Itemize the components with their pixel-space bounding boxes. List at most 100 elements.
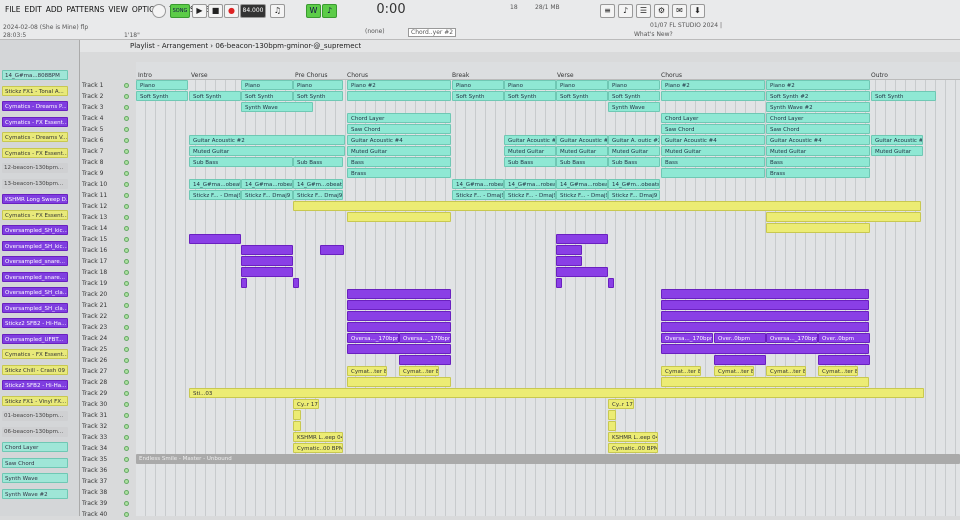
picker-item[interactable]: Cymatics - Dreams V... <box>2 132 68 142</box>
picker-item[interactable]: 14_G#ma...808BPM <box>2 70 68 80</box>
picker-item[interactable]: 12-beacon-130bpm... <box>2 163 68 173</box>
track-mute-led[interactable] <box>124 292 129 297</box>
clip[interactable]: Piano <box>504 80 556 90</box>
track-mute-led[interactable] <box>124 215 129 220</box>
pattern-none[interactable]: (none) <box>365 28 385 35</box>
clip[interactable]: Cymat...ter 8 <box>347 366 387 376</box>
track-mute-led[interactable] <box>124 160 129 165</box>
clip[interactable]: Sub Bass <box>504 157 556 167</box>
track-mute-led[interactable] <box>124 479 129 484</box>
track-header[interactable]: Track 31 <box>80 410 136 421</box>
clip[interactable]: KSHMR L..eep 04 <box>293 432 343 442</box>
picker-item[interactable]: Oversampled_SH_kic... <box>2 225 68 235</box>
clip[interactable]: Stickz F... - Dmaj9 <box>452 190 504 200</box>
track-header[interactable]: Track 34 <box>80 443 136 454</box>
stop-button[interactable]: ■ <box>208 4 223 18</box>
clip[interactable] <box>293 278 299 288</box>
clip[interactable]: Muted Guitar <box>556 146 608 156</box>
clip[interactable]: Oversa..._170bpm <box>399 333 451 343</box>
picker-item[interactable]: Oversampled_SH_cla... <box>2 302 68 313</box>
clip[interactable]: Sti...03 <box>189 388 924 398</box>
track-header[interactable]: Track 37 <box>80 476 136 487</box>
clip[interactable]: Stickz F... - Dmaj9 <box>504 190 556 200</box>
track-header[interactable]: Track 25 <box>80 344 136 355</box>
clip[interactable] <box>556 234 608 244</box>
news-line2[interactable]: What's New? <box>634 31 673 38</box>
marker[interactable]: Intro <box>138 72 152 79</box>
clip[interactable] <box>293 410 301 420</box>
track-header[interactable]: Track 18 <box>80 267 136 278</box>
track-mute-led[interactable] <box>124 204 129 209</box>
track-mute-led[interactable] <box>124 413 129 418</box>
clip[interactable]: Bass <box>347 157 451 167</box>
track-mute-led[interactable] <box>124 424 129 429</box>
track-mute-led[interactable] <box>124 281 129 286</box>
marker[interactable]: Outro <box>871 72 888 79</box>
clip[interactable]: Piano #2 <box>347 80 451 90</box>
clip[interactable]: Piano <box>241 80 293 90</box>
marker[interactable]: Verse <box>191 72 208 79</box>
clip[interactable]: Synth Wave <box>608 102 660 112</box>
track-header[interactable]: Track 6 <box>80 135 136 146</box>
picker-item[interactable]: Cymatics - FX Essent... <box>2 209 68 220</box>
clip[interactable]: 14_G#ma...obeats <box>189 179 241 189</box>
track-header[interactable]: Track 15 <box>80 234 136 245</box>
clip[interactable]: Soft Synth #2 <box>766 91 870 101</box>
track-mute-led[interactable] <box>124 336 129 341</box>
clip[interactable] <box>661 311 869 321</box>
browser-icon[interactable]: ☰ <box>636 4 651 18</box>
clip[interactable] <box>399 355 451 365</box>
menu-item[interactable]: EDIT <box>22 5 43 14</box>
picker-item[interactable]: Saw Chord <box>2 457 68 468</box>
clip[interactable] <box>608 278 614 288</box>
track-mute-led[interactable] <box>124 303 129 308</box>
clip[interactable] <box>714 355 766 365</box>
track-header[interactable]: Track 4 <box>80 113 136 124</box>
timeline-ruler[interactable]: Intro Verse Pre Chorus Chorus Break Verse Chor… <box>136 62 960 80</box>
clip[interactable] <box>241 278 247 288</box>
clip[interactable] <box>189 234 241 244</box>
track-mute-led[interactable] <box>124 105 129 110</box>
clip[interactable]: Muted Guitar <box>347 146 451 156</box>
clip[interactable]: Soft Synth <box>504 91 556 101</box>
track-header[interactable]: Track 39 <box>80 498 136 509</box>
track-header[interactable]: Track 11 <box>80 190 136 201</box>
track-mute-led[interactable] <box>124 116 129 121</box>
clip[interactable]: Synth Wave #2 <box>766 102 870 112</box>
track-header[interactable]: Track 1 <box>80 80 136 91</box>
track-mute-led[interactable] <box>124 358 129 363</box>
track-mute-led[interactable] <box>124 171 129 176</box>
track-header[interactable]: Track 3 <box>80 102 136 113</box>
track-header[interactable]: Track 14 <box>80 223 136 234</box>
clip[interactable]: 14_G#ma...robeats <box>241 179 293 189</box>
marker[interactable]: Chorus <box>347 72 368 79</box>
picker-item[interactable]: Cymatics - Dreams P... <box>2 101 68 111</box>
clip[interactable] <box>766 212 921 222</box>
clip[interactable]: Sub Bass <box>293 157 343 167</box>
track-header[interactable]: Track 35 <box>80 454 136 465</box>
track-mute-led[interactable] <box>124 490 129 495</box>
clip[interactable]: Guitar Acoustic #4 <box>766 135 870 145</box>
clip[interactable]: Sub Bass <box>556 157 608 167</box>
marker[interactable]: Chorus <box>661 72 682 79</box>
clip[interactable]: 14_G#m...obeats <box>608 179 660 189</box>
track-header[interactable]: Track 5 <box>80 124 136 135</box>
track-mute-led[interactable] <box>124 402 129 407</box>
clip[interactable]: Soft Synth <box>293 91 343 101</box>
clip[interactable] <box>766 223 870 233</box>
pattern-selector[interactable]: Chord..yer #2 <box>408 28 457 37</box>
track-header[interactable]: Track 26 <box>80 355 136 366</box>
plugin-icon[interactable]: ⚙ <box>654 4 669 18</box>
picker-item[interactable]: KSHMR Long Sweep D... <box>2 194 68 204</box>
clip[interactable]: Soft Synth <box>452 91 504 101</box>
track-header[interactable]: Track 10 <box>80 179 136 190</box>
track-header[interactable]: Track 38 <box>80 487 136 498</box>
clip[interactable]: Stickz F... Dmaj9 <box>241 190 293 200</box>
clip[interactable]: Stickz F... - Dmaj9 <box>556 190 608 200</box>
clip[interactable]: Saw Chord <box>766 124 870 134</box>
track-mute-led[interactable] <box>124 369 129 374</box>
menu-item[interactable]: FILE <box>3 5 22 14</box>
clip[interactable]: Piano <box>608 80 660 90</box>
clip[interactable] <box>347 212 451 222</box>
clip[interactable]: Brass <box>766 168 870 178</box>
